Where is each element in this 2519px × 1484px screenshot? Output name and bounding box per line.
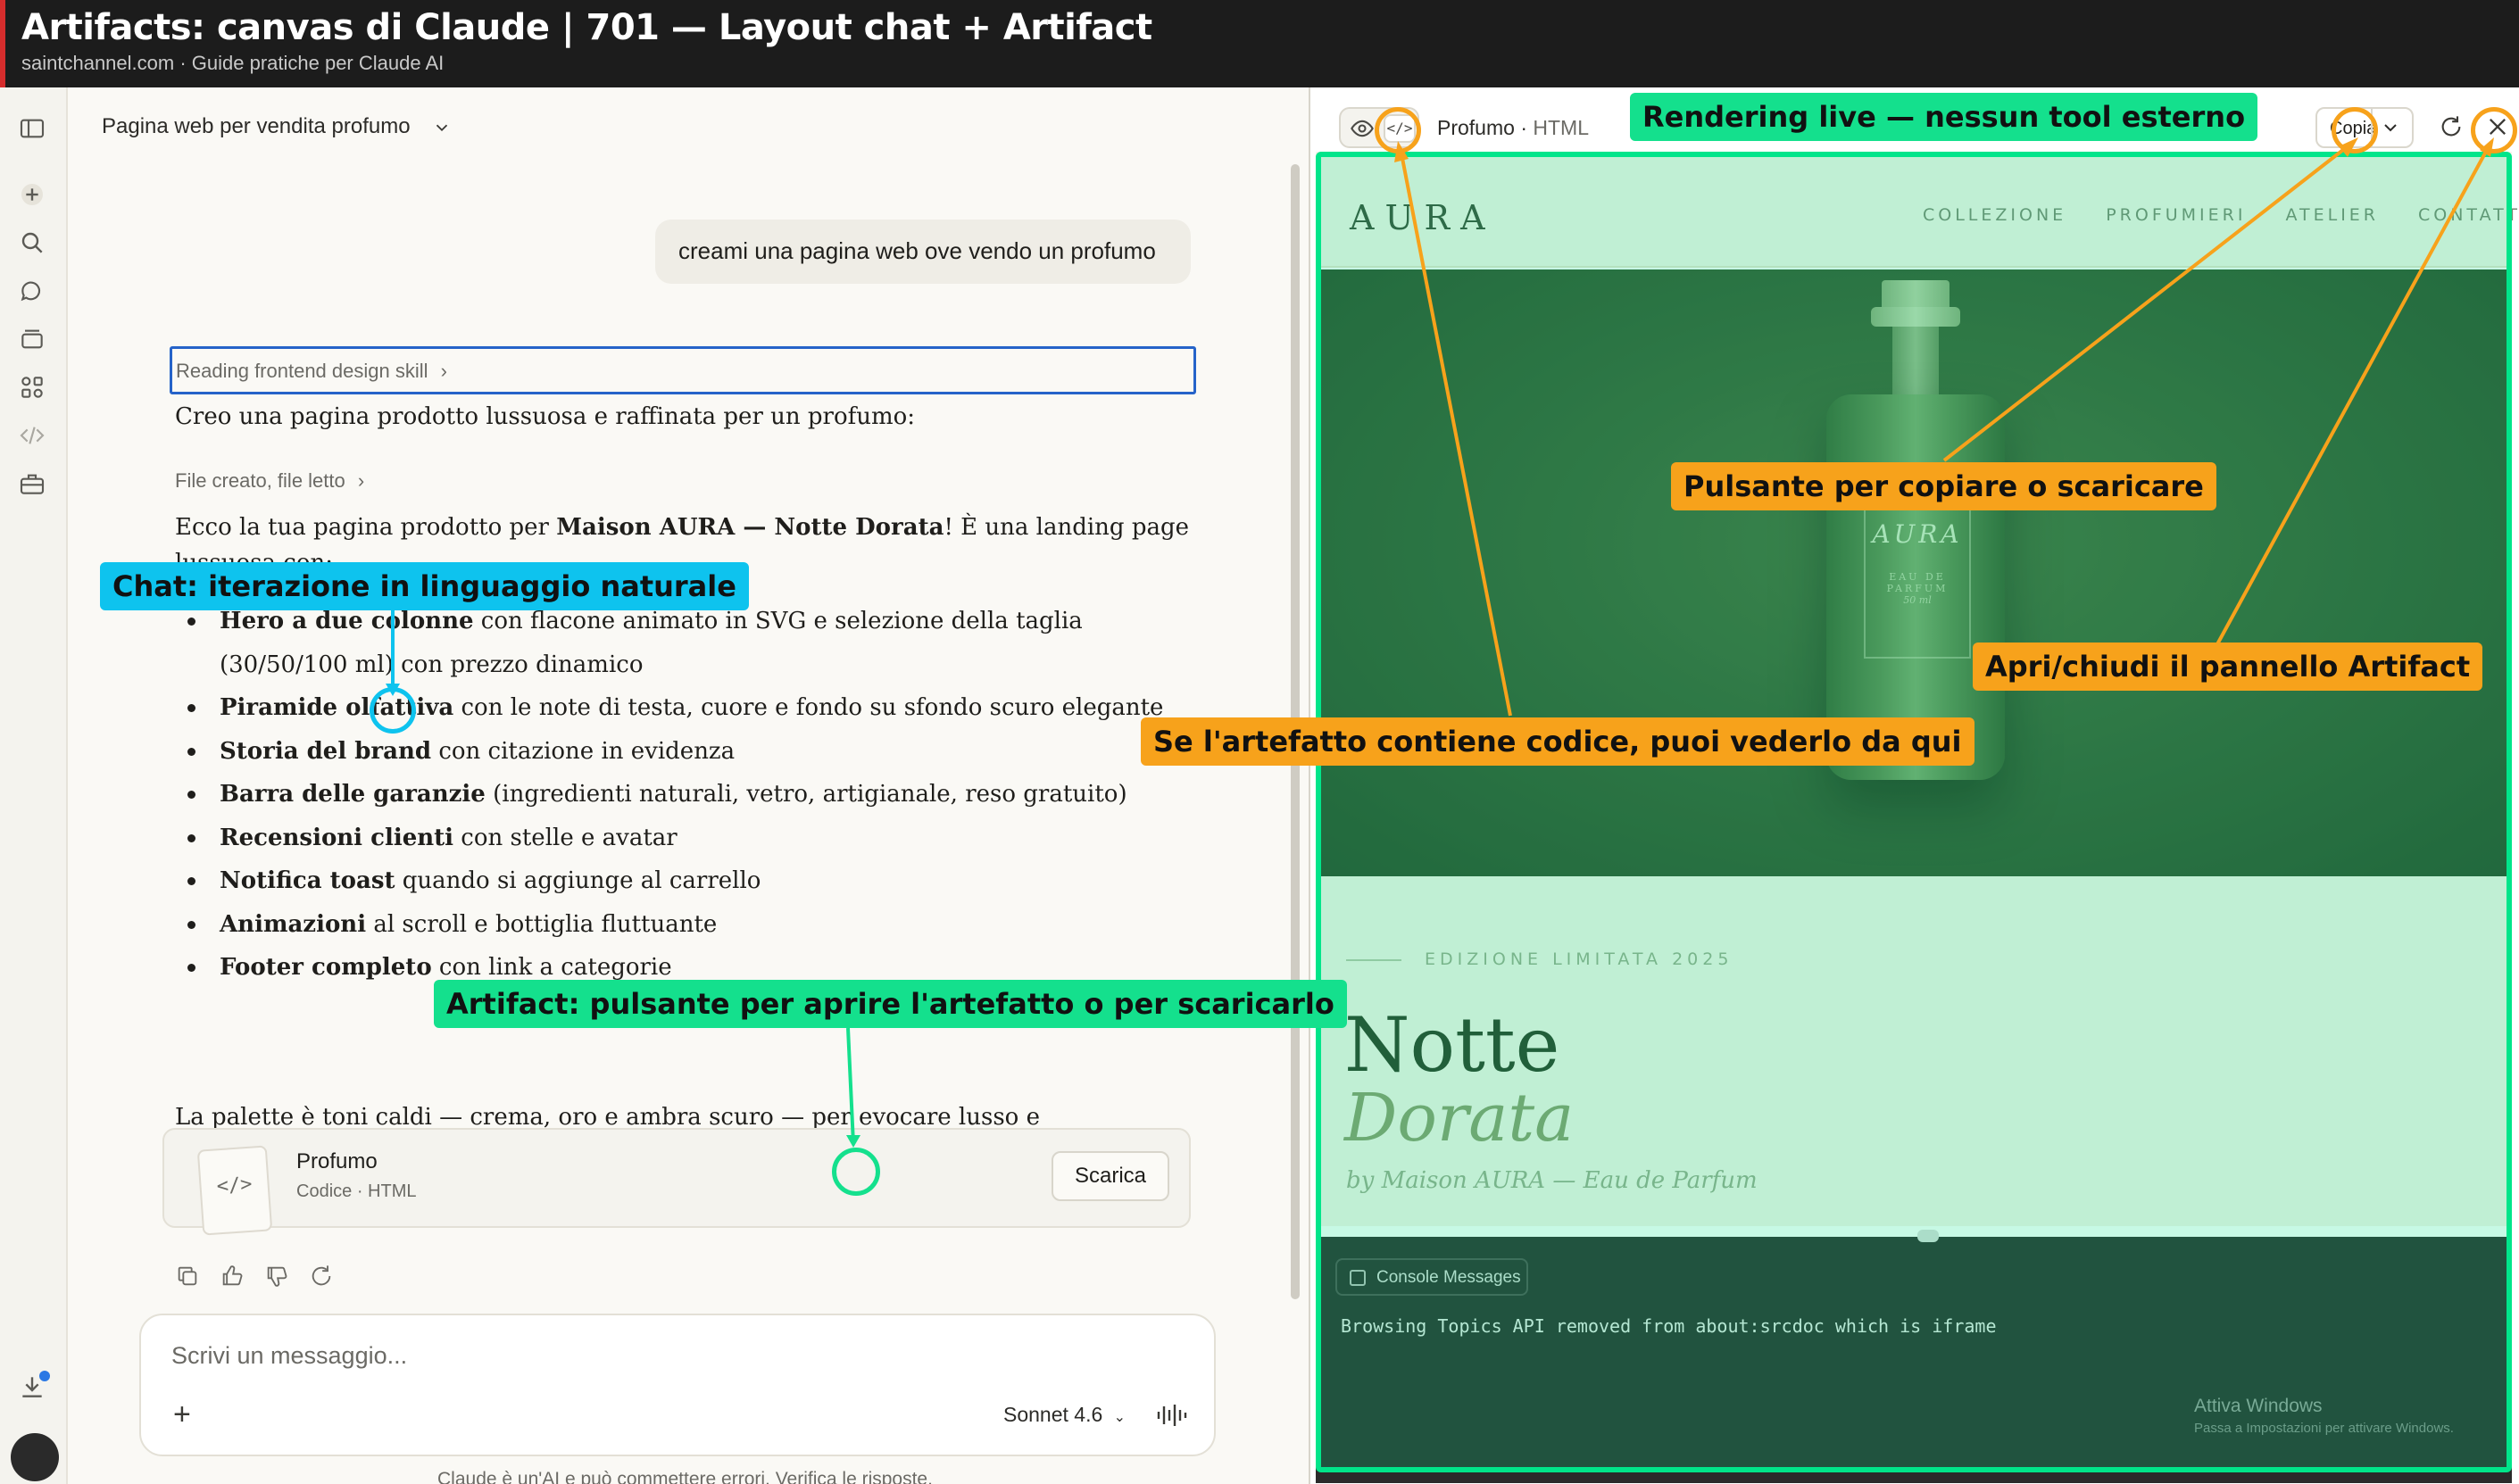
message-input[interactable]: Scrivi un messaggio... xyxy=(171,1342,407,1370)
conversation-title-text: Pagina web per vendita profumo xyxy=(102,114,411,138)
user-message: creami una pagina web ove vendo un profu… xyxy=(655,220,1191,284)
chevron-right-icon: › xyxy=(440,360,447,382)
sidebar-rail xyxy=(0,87,68,1484)
chevron-down-icon[interactable] xyxy=(2380,117,2401,138)
feature-list-item: Hero a due colonne con flacone animato i… xyxy=(179,600,1187,686)
feature-name: Hero a due colonne xyxy=(220,608,474,634)
summary-bold: Maison AURA — Notte Dorata xyxy=(556,514,944,541)
highlight-ring-chat xyxy=(370,687,416,734)
feature-list-item: Animazioni al scroll e bottiglia fluttua… xyxy=(179,903,1187,947)
file-status-label: File creato, file letto xyxy=(175,469,345,492)
highlight-ring-artifact xyxy=(832,1148,880,1196)
highlight-ring-code xyxy=(1375,107,1421,153)
message-composer[interactable]: Scrivi un messaggio... + Sonnet 4.6 ⌄ xyxy=(139,1314,1216,1456)
assistant-intro: Creo una pagina prodotto lussuosa e raff… xyxy=(175,403,916,430)
summary-prefix: Ecco la tua pagina prodotto per xyxy=(175,514,557,541)
highlight-ring-close xyxy=(2471,107,2517,153)
eye-icon[interactable] xyxy=(1350,116,1375,141)
artifacts-icon[interactable] xyxy=(18,373,46,402)
notification-dot xyxy=(39,1371,50,1381)
thumbs-down-icon[interactable] xyxy=(264,1264,289,1289)
model-selector[interactable]: Sonnet 4.6 ⌄ xyxy=(1003,1403,1126,1427)
projects-icon[interactable] xyxy=(18,325,46,353)
banner-subtitle: saintchannel.com · Guide pratiche per Cl… xyxy=(21,52,445,74)
artifact-card-title: Profumo xyxy=(296,1149,378,1173)
feature-list-item: Piramide olfattiva con le note di testa,… xyxy=(179,686,1187,730)
conversation-title[interactable]: Pagina web per vendita profumo xyxy=(102,114,452,139)
annotation-open-close: Apri/chiudi il pannello Artifact xyxy=(1973,643,2483,691)
chat-panel: Pagina web per vendita profumo creami un… xyxy=(0,87,1309,1484)
disclaimer: Claude è un'AI e può commettere errori. … xyxy=(437,1469,933,1484)
code-icon[interactable] xyxy=(18,421,46,450)
summary-suffix: ! È una landing page xyxy=(944,514,1189,541)
feature-list-item: Notifica toast quando si aggiunge al car… xyxy=(179,859,1187,903)
feature-list-item: Storia del brand con citazione in eviden… xyxy=(179,730,1187,774)
feature-description: con link a categorie xyxy=(431,954,672,981)
skill-status[interactable]: Reading frontend design skill › xyxy=(170,346,1196,394)
feature-description: con stelle e avatar xyxy=(453,824,678,851)
retry-icon[interactable] xyxy=(309,1264,334,1289)
artifact-name: Profumo xyxy=(1437,116,1515,139)
feature-name: Notifica toast xyxy=(220,867,395,894)
artifact-thumbnail: </> xyxy=(196,1145,273,1236)
chats-icon[interactable] xyxy=(18,277,46,305)
live-render-highlight xyxy=(1316,152,2512,1472)
refresh-icon[interactable] xyxy=(2439,114,2464,139)
artifact-type: HTML xyxy=(1533,116,1590,139)
tutorial-banner: Artifacts: canvas di Claude | 701 — Layo… xyxy=(0,0,2519,87)
highlight-ring-copy xyxy=(2332,107,2378,153)
artifact-title: Profumo · HTML xyxy=(1437,116,1590,139)
feature-list-item: Barra delle garanzie (ingredienti natura… xyxy=(179,773,1187,817)
chevron-down-icon: ⌄ xyxy=(1113,1410,1126,1425)
download-button[interactable]: Scarica xyxy=(1052,1151,1169,1201)
annotation-chat: Chat: iterazione in linguaggio naturale xyxy=(100,562,749,610)
feature-name: Footer completo xyxy=(220,954,432,981)
feature-name: Recensioni clienti xyxy=(220,824,454,851)
briefcase-icon[interactable] xyxy=(18,469,46,498)
feature-name: Piramide olfattiva xyxy=(220,694,454,721)
feature-name: Barra delle garanzie xyxy=(220,781,486,808)
thumbs-up-icon[interactable] xyxy=(220,1264,245,1289)
search-icon[interactable] xyxy=(18,228,46,257)
sidebar-toggle-icon[interactable] xyxy=(18,114,46,143)
feature-description: con le note di testa, cuore e fondo su s… xyxy=(453,694,1164,721)
banner-title: Artifacts: canvas di Claude | 701 — Layo… xyxy=(21,7,1152,48)
voice-icon[interactable] xyxy=(1155,1401,1187,1430)
artifact-card-subtitle: Codice · HTML xyxy=(296,1181,417,1201)
assistant-summary: Ecco la tua pagina prodotto per Maison A… xyxy=(175,514,1189,541)
model-label: Sonnet 4.6 xyxy=(1003,1403,1103,1426)
annotation-copy-download: Pulsante per copiare o scaricare xyxy=(1671,462,2216,510)
chevron-down-icon xyxy=(436,124,448,131)
feature-description: quando si aggiunge al carrello xyxy=(395,867,761,894)
artifact-card[interactable]: </> Profumo Codice · HTML Scarica xyxy=(162,1128,1191,1236)
skill-status-label: Reading frontend design skill xyxy=(176,360,428,382)
chevron-right-icon: › xyxy=(357,469,365,492)
feature-name: Storia del brand xyxy=(220,737,432,765)
attach-button[interactable]: + xyxy=(173,1397,191,1432)
feature-list: Hero a due colonne con flacone animato i… xyxy=(179,600,1187,990)
copy-icon[interactable] xyxy=(175,1264,200,1289)
feature-name: Animazioni xyxy=(220,910,367,938)
avatar[interactable] xyxy=(11,1433,59,1481)
new-chat-icon[interactable] xyxy=(18,180,46,209)
feature-description: con citazione in evidenza xyxy=(431,737,736,765)
annotation-view-code: Se l'artefatto contiene codice, puoi ved… xyxy=(1141,717,1974,766)
feature-list-item: Recensioni clienti con stelle e avatar xyxy=(179,817,1187,860)
file-status[interactable]: File creato, file letto › xyxy=(175,469,364,493)
feature-description: al scroll e bottiglia fluttuante xyxy=(366,910,718,938)
annotation-rendering: Rendering live — nessun tool esterno xyxy=(1630,93,2258,141)
feature-description: (ingredienti naturali, vetro, artigianal… xyxy=(485,781,1127,808)
annotation-artifact-button: Artifact: pulsante per aprire l'artefatt… xyxy=(434,980,1347,1028)
